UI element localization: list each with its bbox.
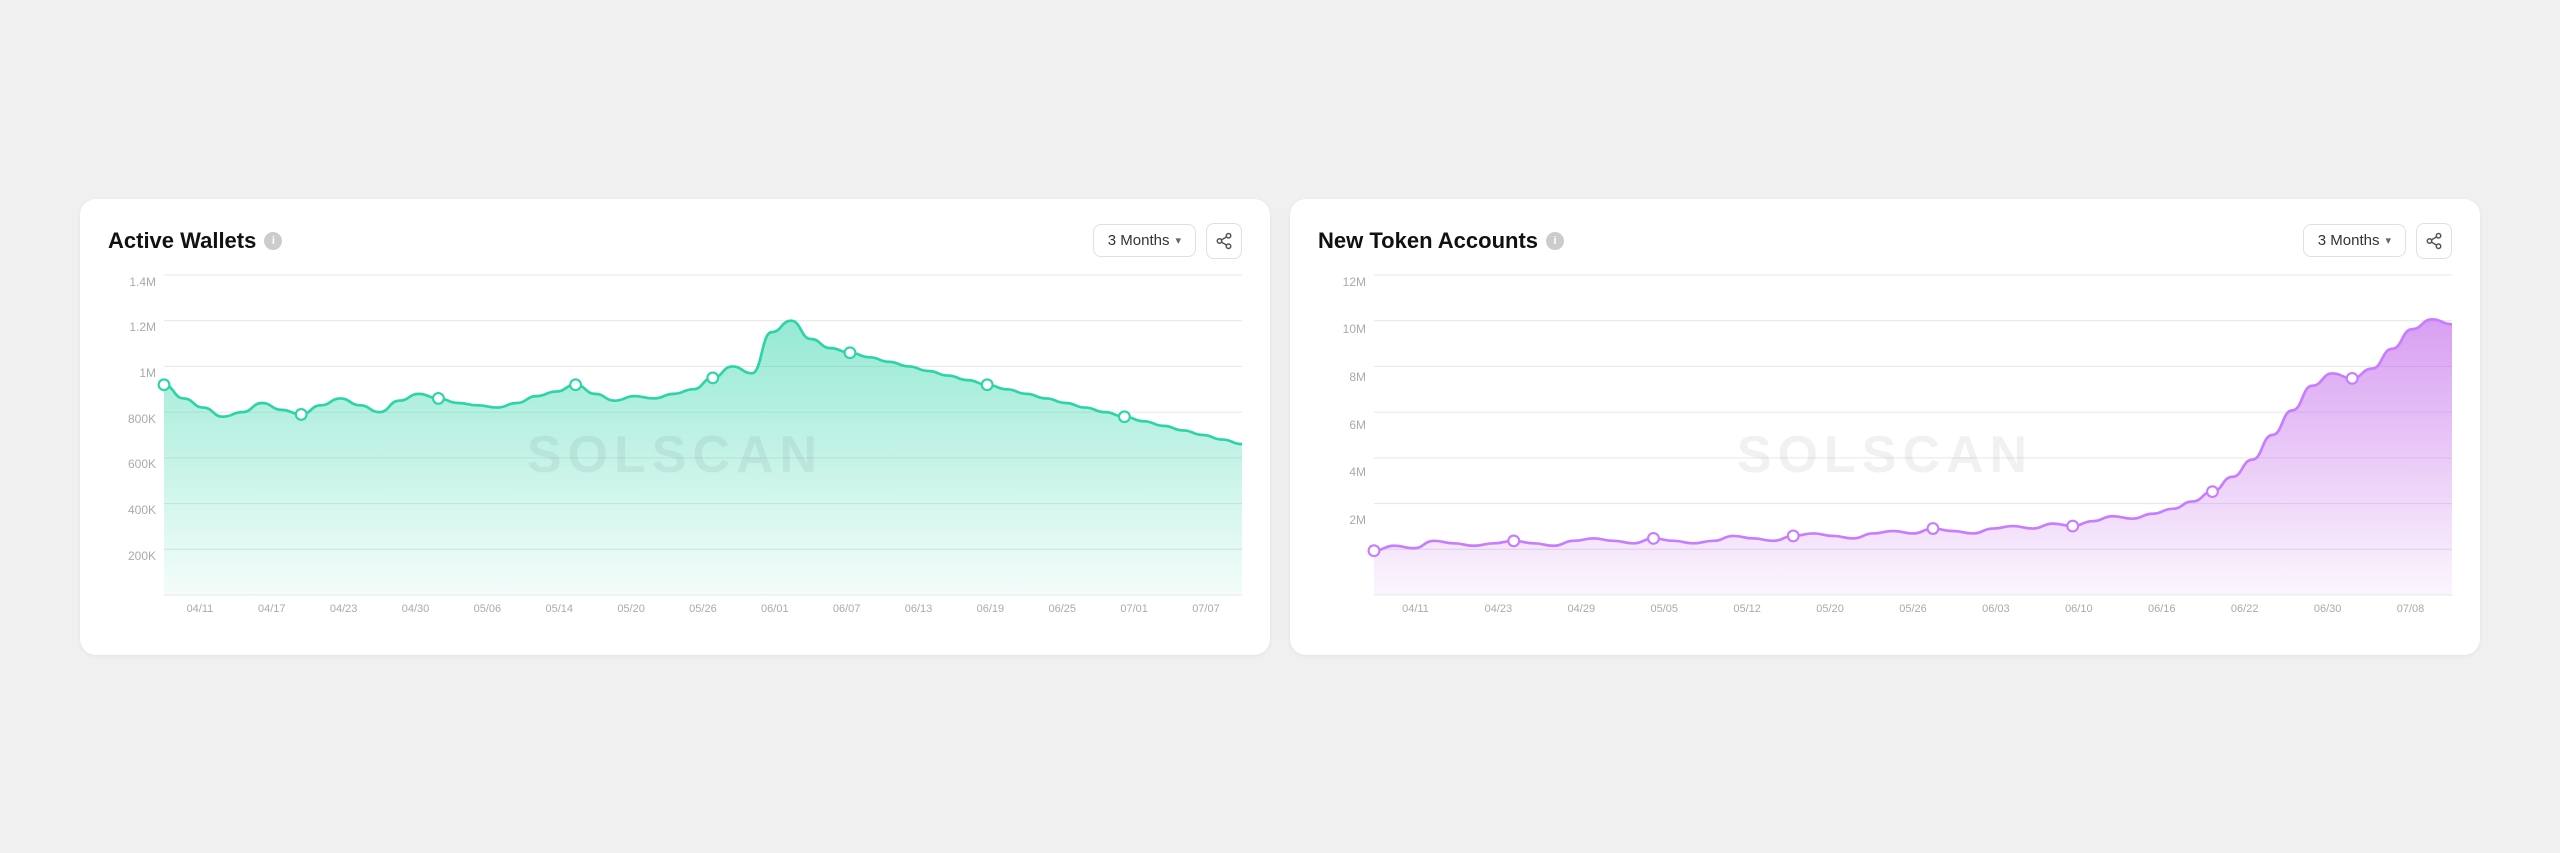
share-button[interactable] bbox=[1206, 223, 1242, 259]
period-button[interactable]: 3 Months ▾ bbox=[1093, 224, 1196, 257]
x-axis-label: 06/30 bbox=[2286, 603, 2369, 615]
share-button[interactable] bbox=[2416, 223, 2452, 259]
x-axis-label: 06/19 bbox=[954, 603, 1026, 615]
x-axis-label: 07/07 bbox=[1170, 603, 1242, 615]
x-axis-label: 06/13 bbox=[883, 603, 955, 615]
x-axis-label: 05/26 bbox=[667, 603, 739, 615]
info-icon[interactable]: i bbox=[1546, 232, 1564, 250]
card-header: Active Wallets i 3 Months ▾ bbox=[108, 223, 1242, 259]
chevron-down-icon: ▾ bbox=[1175, 234, 1181, 247]
y-axis-label: 10M bbox=[1343, 322, 1366, 336]
chart-area: SOLSCAN1.4M1.2M1M800K600K400K200K04/1104… bbox=[108, 275, 1242, 635]
card-title: Active Wallets bbox=[108, 228, 256, 254]
x-axis-label: 07/01 bbox=[1098, 603, 1170, 615]
x-axis-label: 06/10 bbox=[2037, 603, 2120, 615]
x-axis: 04/1104/1704/2304/3005/0605/1405/2005/26… bbox=[164, 595, 1242, 635]
chart-inner bbox=[164, 275, 1242, 595]
period-button[interactable]: 3 Months ▾ bbox=[2303, 224, 2406, 257]
x-axis-label: 06/07 bbox=[811, 603, 883, 615]
y-axis-label: 600K bbox=[128, 457, 156, 471]
y-axis-label: 1.2M bbox=[129, 320, 156, 334]
x-axis-label: 06/01 bbox=[739, 603, 811, 615]
y-axis-label: 8M bbox=[1349, 370, 1366, 384]
y-axis-label: 2M bbox=[1349, 513, 1366, 527]
x-axis-label: 06/16 bbox=[2120, 603, 2203, 615]
chart-inner bbox=[1374, 275, 2452, 595]
x-axis-label: 05/12 bbox=[1706, 603, 1789, 615]
y-axis-label: 1M bbox=[139, 366, 156, 380]
card-header: New Token Accounts i 3 Months ▾ bbox=[1318, 223, 2452, 259]
x-axis-label: 06/22 bbox=[2203, 603, 2286, 615]
x-axis-label: 05/20 bbox=[595, 603, 667, 615]
title-group: Active Wallets i bbox=[108, 228, 282, 254]
dashboard: Active Walletsi3 Months▾SOLSCAN1.4M1.2M1… bbox=[80, 199, 2480, 655]
y-axis-label: 200K bbox=[128, 549, 156, 563]
x-axis-label: 05/14 bbox=[523, 603, 595, 615]
info-icon[interactable]: i bbox=[264, 232, 282, 250]
x-axis-label: 04/11 bbox=[164, 603, 236, 615]
x-axis-label: 04/30 bbox=[380, 603, 452, 615]
chart-area: SOLSCAN12M10M8M6M4M2M04/1104/2304/2905/0… bbox=[1318, 275, 2452, 635]
y-axis: 12M 10M 8M 6M 4M 2M bbox=[1318, 275, 1374, 595]
y-axis-label: 4M bbox=[1349, 465, 1366, 479]
x-axis-label: 04/17 bbox=[236, 603, 308, 615]
x-axis-label: 06/03 bbox=[1954, 603, 2037, 615]
x-axis: 04/1104/2304/2905/0505/1205/2005/2606/03… bbox=[1374, 595, 2452, 635]
x-axis-label: 04/23 bbox=[1457, 603, 1540, 615]
card-controls: 3 Months ▾ bbox=[2303, 223, 2452, 259]
chart-svg bbox=[1374, 275, 2452, 595]
share-icon bbox=[1215, 232, 1233, 250]
period-label: 3 Months bbox=[2318, 232, 2380, 249]
x-axis-label: 04/29 bbox=[1540, 603, 1623, 615]
x-axis-label: 04/11 bbox=[1374, 603, 1457, 615]
x-axis-label: 05/06 bbox=[451, 603, 523, 615]
period-label: 3 Months bbox=[1108, 232, 1170, 249]
x-axis-label: 06/25 bbox=[1026, 603, 1098, 615]
card-title: New Token Accounts bbox=[1318, 228, 1538, 254]
x-axis-label: 05/20 bbox=[1789, 603, 1872, 615]
y-axis-label: 1.4M bbox=[129, 275, 156, 289]
chevron-down-icon: ▾ bbox=[2385, 234, 2391, 247]
x-axis-label: 05/26 bbox=[1872, 603, 1955, 615]
x-axis-label: 07/08 bbox=[2369, 603, 2452, 615]
x-axis-label: 05/05 bbox=[1623, 603, 1706, 615]
x-axis-label: 04/23 bbox=[308, 603, 380, 615]
y-axis-label: 6M bbox=[1349, 418, 1366, 432]
card-new-token-accounts: New Token Accountsi3 Months▾SOLSCAN12M10… bbox=[1290, 199, 2480, 655]
share-icon bbox=[2425, 232, 2443, 250]
y-axis-label: 12M bbox=[1343, 275, 1366, 289]
card-active-wallets: Active Walletsi3 Months▾SOLSCAN1.4M1.2M1… bbox=[80, 199, 1270, 655]
card-controls: 3 Months ▾ bbox=[1093, 223, 1242, 259]
y-axis-label: 400K bbox=[128, 503, 156, 517]
title-group: New Token Accounts i bbox=[1318, 228, 1564, 254]
y-axis-label: 800K bbox=[128, 412, 156, 426]
chart-svg bbox=[164, 275, 1242, 595]
y-axis: 1.4M 1.2M 1M 800K 600K 400K 200K bbox=[108, 275, 164, 595]
